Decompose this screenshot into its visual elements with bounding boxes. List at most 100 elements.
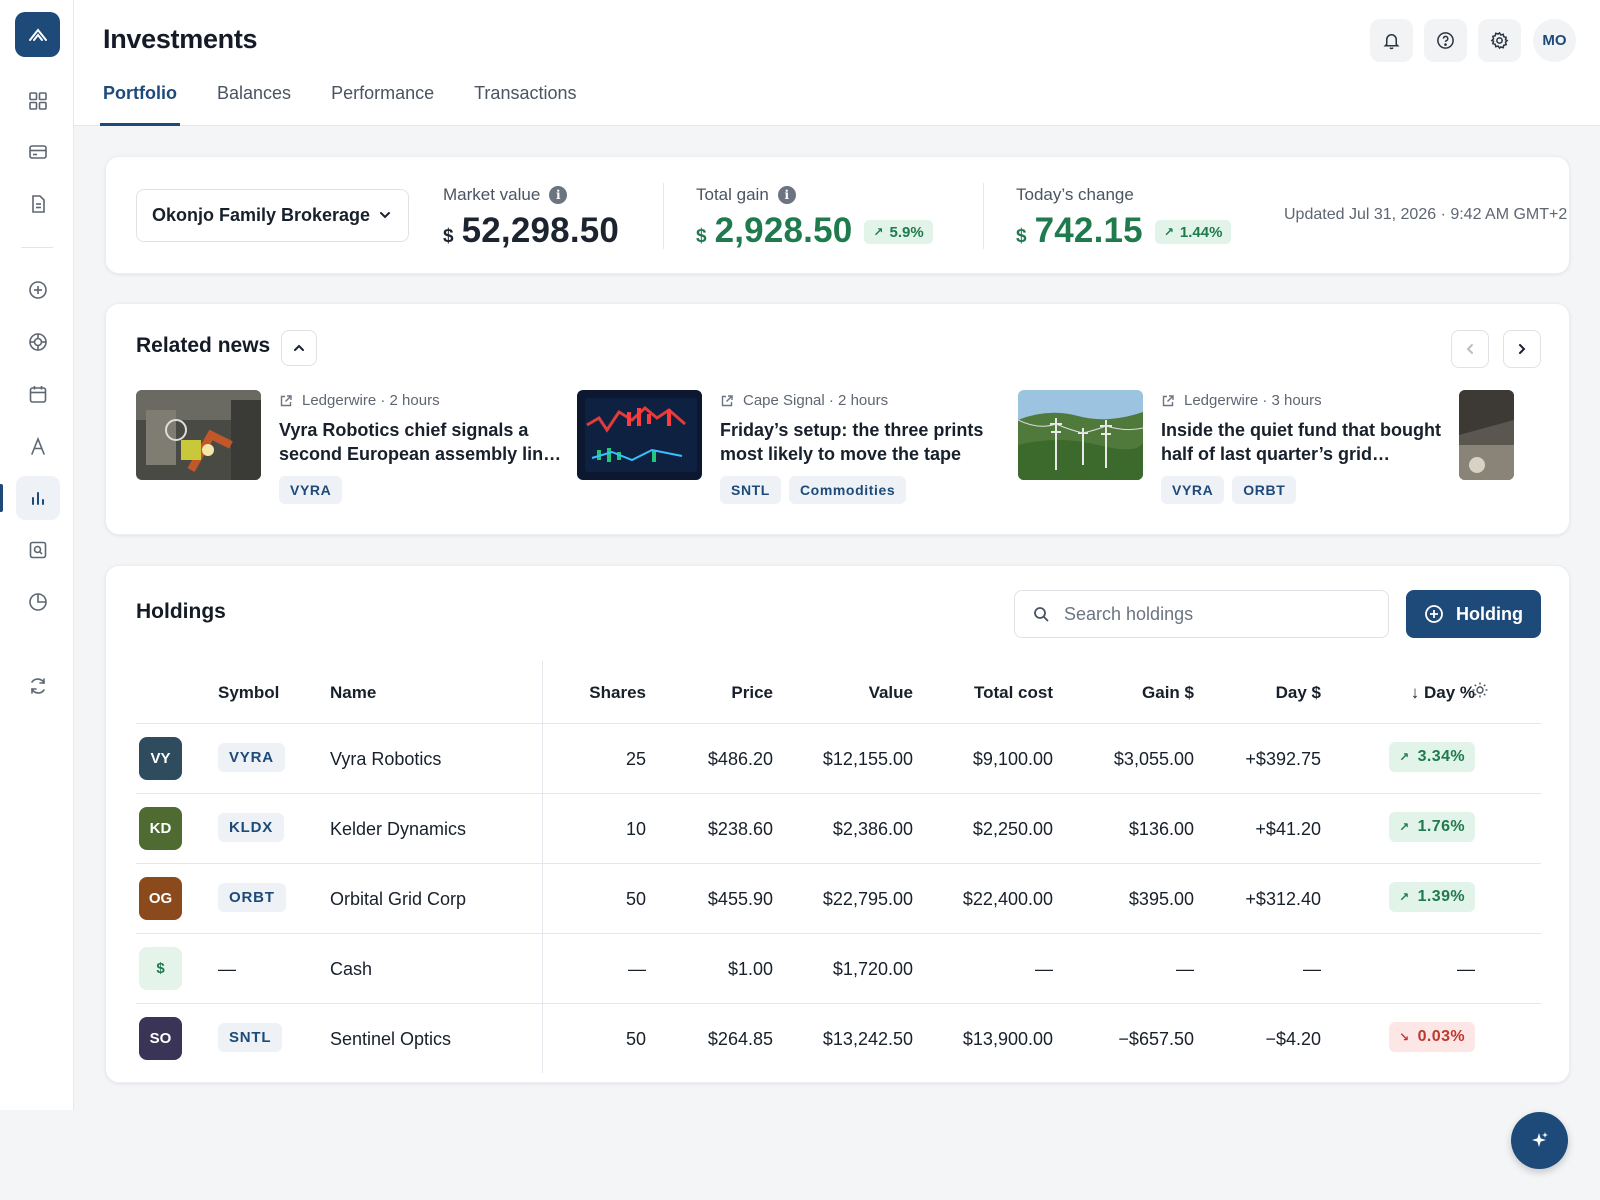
search-box-icon[interactable]	[16, 528, 60, 572]
news-thumbnail-clipped[interactable]	[1459, 390, 1514, 480]
column-header-name[interactable]: Name	[330, 683, 376, 703]
symbol-badge[interactable]: KLDX	[218, 813, 285, 842]
holdings-card: Holdings Holding Symbol Name Shares Pric…	[105, 565, 1570, 1083]
info-icon[interactable]: i	[549, 186, 568, 204]
news-source: Ledgerwire · 3 hours	[1184, 392, 1322, 409]
symbol-badge[interactable]: SNTL	[218, 1023, 283, 1052]
tab-bar: Portfolio Balances Performance Transacti…	[100, 80, 616, 126]
day-change-cell: −$4.20	[1265, 1029, 1321, 1049]
account-select[interactable]: Okonjo Family Brokerage	[136, 189, 409, 242]
todays-change-amount: 742.15	[1034, 211, 1143, 250]
column-settings-icon[interactable]	[1471, 681, 1489, 699]
price-cell: $455.90	[707, 889, 773, 909]
news-headline[interactable]: Vyra Robotics chief signals a second Eur…	[279, 418, 564, 466]
news-tag[interactable]: ORBT	[1232, 476, 1297, 504]
day-percent-cell: —	[1457, 959, 1475, 979]
card-icon[interactable]	[16, 130, 60, 174]
news-thumbnail-trading-screen	[577, 390, 702, 480]
news-thumbnail-power-lines	[1018, 390, 1143, 480]
bell-icon	[1383, 34, 1400, 50]
search-input[interactable]	[1064, 603, 1364, 625]
plus-circle-icon[interactable]	[16, 268, 60, 312]
column-header-price[interactable]: Price	[731, 683, 773, 703]
holding-avatar: OG	[139, 877, 182, 920]
column-header-gain[interactable]: Gain $	[1142, 683, 1194, 703]
day-percent-value: 1.76%	[1417, 818, 1465, 835]
news-item[interactable]: Ledgerwire · 2 hours Vyra Robotics chief…	[136, 390, 566, 510]
calendar-icon[interactable]	[16, 372, 60, 416]
table-row[interactable]: VY VYRA Vyra Robotics 25 $486.20 $12,155.00 $9…	[136, 724, 1541, 794]
holdings-title: Holdings	[136, 600, 226, 623]
help-icon	[1437, 32, 1454, 49]
pie-chart-icon[interactable]	[16, 580, 60, 624]
tab-performance[interactable]: Performance	[331, 80, 434, 126]
divider	[983, 183, 984, 249]
bar-chart-icon[interactable]	[16, 476, 60, 520]
news-prev-button[interactable]	[1451, 330, 1489, 368]
total-gain-percent: 5.9%	[889, 223, 924, 241]
symbol-badge[interactable]: ORBT	[218, 883, 286, 912]
external-link-icon	[1162, 394, 1174, 406]
symbol-badge[interactable]: VYRA	[218, 743, 285, 772]
news-item[interactable]: Ledgerwire · 3 hours Inside the quiet fu…	[1018, 390, 1448, 510]
settings-button[interactable]	[1478, 19, 1521, 62]
gain-cell: $395.00	[1128, 889, 1194, 909]
column-header-symbol[interactable]: Symbol	[218, 683, 279, 703]
arrow-up-right-icon: ↗	[1399, 750, 1410, 764]
market-value-metric: Market value i $ 52,298.50	[443, 185, 619, 251]
tab-transactions[interactable]: Transactions	[474, 80, 576, 126]
tab-balances[interactable]: Balances	[217, 80, 291, 126]
avatar[interactable]: MO	[1533, 19, 1576, 62]
tab-portfolio[interactable]: Portfolio	[100, 80, 180, 126]
news-tag[interactable]: SNTL	[720, 476, 781, 504]
assistant-fab-button[interactable]	[1511, 1112, 1568, 1169]
todays-change-label: Today’s change	[1016, 185, 1134, 204]
info-icon[interactable]: i	[777, 186, 796, 204]
search-field[interactable]	[1014, 590, 1389, 638]
chevron-left-icon	[1466, 344, 1473, 354]
column-header-total-cost[interactable]: Total cost	[974, 683, 1053, 703]
holding-avatar: KD	[139, 807, 182, 850]
app-logo[interactable]	[15, 12, 60, 57]
arrow-down-right-icon: ↘	[1399, 1030, 1410, 1044]
news-next-button[interactable]	[1503, 330, 1541, 368]
target-icon[interactable]	[16, 320, 60, 364]
refresh-icon[interactable]	[16, 664, 60, 708]
table-row[interactable]: OG ORBT Orbital Grid Corp 50 $455.90 $22,795.…	[136, 864, 1541, 934]
help-button[interactable]	[1424, 19, 1467, 62]
column-header-day[interactable]: Day $	[1276, 683, 1321, 703]
column-header-value[interactable]: Value	[869, 683, 913, 703]
news-item[interactable]: Cape Signal · 2 hours Friday’s setup: th…	[577, 390, 1007, 510]
news-tag[interactable]: Commodities	[788, 476, 907, 504]
chevron-right-icon	[1519, 344, 1526, 354]
add-holding-button[interactable]: Holding	[1406, 590, 1541, 638]
name-cell: Kelder Dynamics	[330, 819, 467, 839]
letter-a-icon[interactable]	[16, 424, 60, 468]
column-header-shares[interactable]: Shares	[589, 683, 646, 703]
news-tag[interactable]: VYRA	[279, 476, 343, 504]
table-row[interactable]: SO SNTL Sentinel Optics 50 $264.85 $13,242.50…	[136, 1004, 1541, 1074]
arrow-up-right-icon: ↗	[1163, 225, 1174, 239]
news-tag[interactable]: VYRA	[1161, 476, 1225, 504]
table-row[interactable]: KD KLDX Kelder Dynamics 10 $238.60 $2,386.00 $…	[136, 794, 1541, 864]
notifications-button[interactable]	[1370, 19, 1413, 62]
total-gain-currency: $	[696, 226, 707, 247]
name-cell: Orbital Grid Corp	[330, 889, 467, 909]
shares-cell: —	[628, 959, 646, 979]
day-percent-badge: ↗ 1.39%	[1389, 882, 1475, 912]
day-percent-badge: ↗ 1.76%	[1389, 812, 1475, 842]
day-percent-value: 3.34%	[1417, 748, 1465, 765]
market-value-amount: 52,298.50	[461, 211, 620, 250]
news-headline[interactable]: Inside the quiet fund that bought half o…	[1161, 418, 1446, 466]
column-header-day-percent[interactable]: ↓ Day %	[1411, 683, 1475, 703]
day-change-cell: +$392.75	[1245, 749, 1321, 769]
holding-avatar: SO	[139, 1017, 182, 1060]
collapse-news-button[interactable]	[281, 330, 317, 366]
day-percent-badge: ↘ 0.03%	[1389, 1022, 1475, 1052]
divider	[663, 183, 664, 249]
grid-icon[interactable]	[16, 79, 60, 123]
news-headline[interactable]: Friday’s setup: the three prints most li…	[720, 418, 1005, 466]
document-icon[interactable]	[16, 182, 60, 226]
table-row[interactable]: $ — Cash — $1.00 $1,720.00 — — — —	[136, 934, 1541, 1004]
day-percent-value: 1.39%	[1417, 888, 1465, 905]
